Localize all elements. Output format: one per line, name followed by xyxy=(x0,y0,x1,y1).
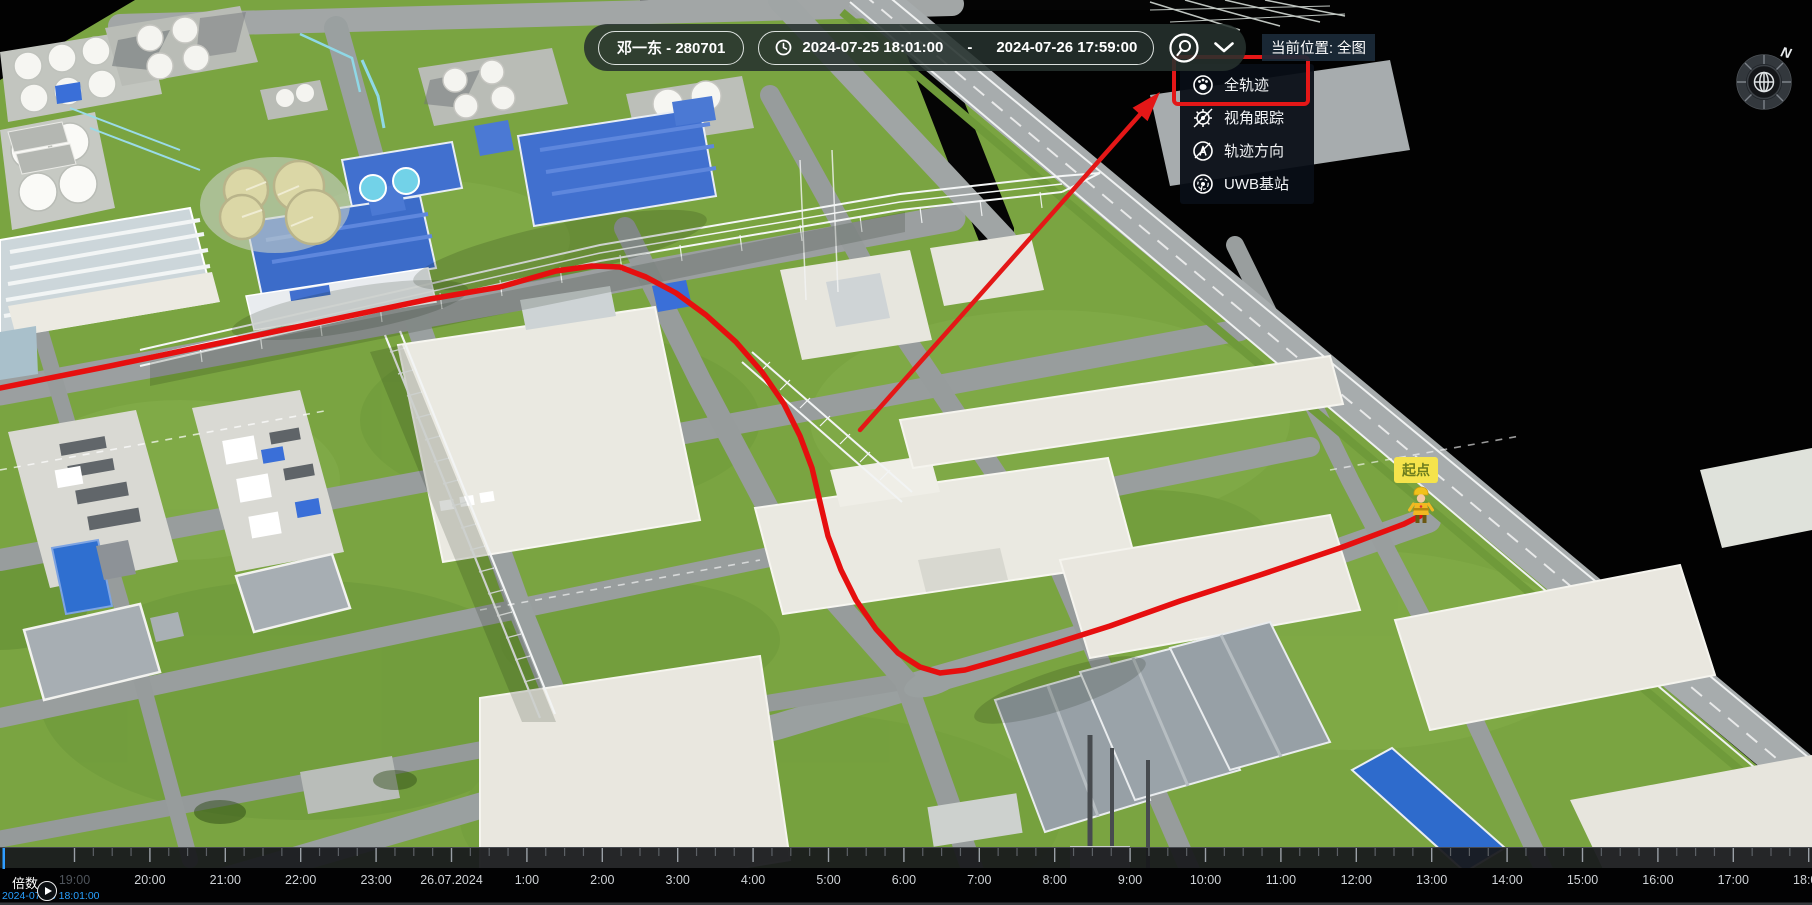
menu-item-label: 视角跟踪 xyxy=(1224,107,1284,128)
timeline-hour-label[interactable]: 5:00 xyxy=(816,873,840,887)
date-end: 2024-07-26 17:59:00 xyxy=(996,39,1137,56)
compass[interactable]: N xyxy=(1731,42,1801,119)
date-separator: - xyxy=(953,39,986,56)
view-tracking-icon xyxy=(1192,107,1214,129)
timeline-hour-label[interactable]: 7:00 xyxy=(967,873,991,887)
timeline-hour-label[interactable]: 17:00 xyxy=(1718,873,1749,887)
timeline-hour-label[interactable]: 4:00 xyxy=(741,873,765,887)
worker-figure xyxy=(1404,484,1438,526)
timeline-hour-label[interactable]: 13:00 xyxy=(1416,873,1447,887)
timeline-hour-label[interactable]: 26.07.2024 xyxy=(420,873,483,887)
playback-speed-label: 倍数 xyxy=(12,873,38,892)
menu-item-trajectory-direction[interactable]: 轨迹方向 xyxy=(1180,134,1314,167)
play-button[interactable] xyxy=(37,881,57,901)
uwb-base-station-icon xyxy=(1192,173,1214,195)
menu-item-label: 轨迹方向 xyxy=(1224,140,1284,161)
layer-dropdown-menu: 全轨迹 视角跟踪 轨迹方向 UWB基站 xyxy=(1180,64,1314,204)
date-range-picker[interactable]: 2024-07-25 18:01:00 - 2024-07-26 17:59:0… xyxy=(758,31,1154,65)
timeline-hour-label[interactable]: 16:00 xyxy=(1642,873,1673,887)
compass-north-label: N xyxy=(1779,43,1794,61)
timeline-hour-label[interactable]: 6:00 xyxy=(892,873,916,887)
locate-button[interactable] xyxy=(1168,32,1200,64)
timeline-hour-label[interactable]: 3:00 xyxy=(666,873,690,887)
clock-icon xyxy=(775,39,792,56)
menu-item-uwb-base-station[interactable]: UWB基站 xyxy=(1180,167,1314,200)
playback-controls: 2024-07-25 18:01:00 倍数 xyxy=(0,847,300,905)
timeline-hour-label[interactable]: 15:00 xyxy=(1567,873,1598,887)
full-trajectory-icon xyxy=(1192,74,1214,96)
play-icon xyxy=(45,887,52,895)
locate-icon xyxy=(1168,32,1200,64)
date-start: 2024-07-25 18:01:00 xyxy=(802,39,943,56)
current-location-label: 当前位置: 全图 xyxy=(1262,34,1375,61)
timeline-hour-label[interactable]: 1:00 xyxy=(515,873,539,887)
timeline-hour-label[interactable]: 14:00 xyxy=(1491,873,1522,887)
3d-map-scene[interactable] xyxy=(0,0,1812,905)
person-selector-label: 邓一东 - 280701 xyxy=(617,37,725,58)
timeline-hour-label[interactable]: 12:00 xyxy=(1341,873,1372,887)
timeline-hour-label[interactable]: 11:00 xyxy=(1266,873,1296,887)
trajectory-direction-icon xyxy=(1192,140,1214,162)
timeline-hour-label[interactable]: 2:00 xyxy=(590,873,614,887)
chevron-down-icon xyxy=(1214,42,1234,53)
timeline-hour-label[interactable]: 9:00 xyxy=(1118,873,1142,887)
dropdown-toggle[interactable] xyxy=(1214,32,1234,64)
menu-item-view-tracking[interactable]: 视角跟踪 xyxy=(1180,101,1314,134)
menu-item-full-trajectory[interactable]: 全轨迹 xyxy=(1180,68,1314,101)
timeline-hour-label[interactable]: 8:00 xyxy=(1043,873,1067,887)
menu-item-label: 全轨迹 xyxy=(1224,74,1269,95)
start-point-label: 起点 xyxy=(1394,457,1438,483)
trajectory-playback-screen: 邓一东 - 280701 2024-07-25 18:01:00 - 2024-… xyxy=(0,0,1812,905)
menu-item-label: UWB基站 xyxy=(1224,173,1289,194)
person-selector[interactable]: 邓一东 - 280701 xyxy=(598,31,744,65)
compass-globe-icon xyxy=(1755,73,1774,92)
timeline-hour-label[interactable]: 18:00 xyxy=(1793,873,1812,887)
top-toolbar: 邓一东 - 280701 2024-07-25 18:01:00 - 2024-… xyxy=(584,24,1246,71)
timeline-hour-label[interactable]: 10:00 xyxy=(1190,873,1221,887)
timeline-hour-label[interactable]: 23:00 xyxy=(360,873,391,887)
